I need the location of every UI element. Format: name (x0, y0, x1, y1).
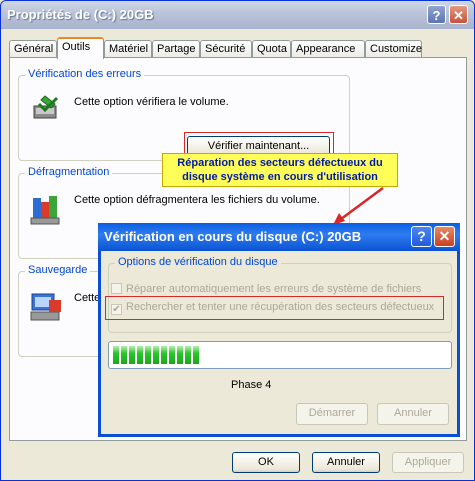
annotation-callout: Réparation des secteurs défectueux du di… (162, 153, 398, 187)
defrag-title: Défragmentation (25, 166, 113, 178)
tab-outils[interactable]: Outils (57, 37, 104, 59)
window-title: Propriétés de (C:) 20GB (7, 7, 154, 22)
progress-bar (108, 341, 452, 369)
progress-segment (153, 346, 159, 364)
title-bar[interactable]: Propriétés de (C:) 20GB ? ✕ (1, 1, 474, 29)
option-repair-label: Réparer automatiquement les erreurs de s… (126, 283, 422, 295)
progress-segment (121, 346, 127, 364)
progress-segment (145, 346, 151, 364)
cancel-button[interactable]: Annuler (312, 452, 380, 473)
backup-title: Sauvegarde (25, 264, 91, 276)
phase-label: Phase 4 (231, 379, 272, 391)
callout-line-1: Réparation des secteurs défectueux du (177, 157, 383, 169)
option-repair-checkbox[interactable] (111, 283, 122, 294)
dialog-help-button[interactable]: ? (411, 226, 432, 247)
tab-partage[interactable]: Partage (152, 40, 200, 57)
tab-appearance[interactable]: Appearance (291, 40, 365, 57)
options-group-title: Options de vérification du disque (115, 256, 281, 268)
error-check-title: Vérification des erreurs (25, 68, 145, 80)
progress-segment (177, 346, 183, 364)
dialog-close-button[interactable]: ✕ (434, 226, 455, 247)
ok-button[interactable]: OK (232, 452, 300, 473)
progress-segment (169, 346, 175, 364)
dialog-title-bar[interactable]: Vérification en cours du disque (C:) 20G… (98, 223, 460, 251)
help-button[interactable]: ? (427, 5, 446, 24)
tab-securite[interactable]: Sécurité (200, 40, 252, 57)
progress-segment (161, 346, 167, 364)
tab-customize[interactable]: Customize (365, 40, 422, 57)
backup-icon (30, 293, 61, 321)
disk-check-icon (33, 95, 59, 119)
check-disk-dialog: Vérification en cours du disque (C:) 20G… (98, 223, 460, 437)
progress-segment (129, 346, 135, 364)
close-button[interactable]: ✕ (449, 5, 468, 24)
callout-line-2: disque système en cours d'utilisation (182, 171, 378, 183)
progress-segment (137, 346, 143, 364)
progress-segment (113, 346, 119, 364)
error-check-text: Cette option vérifiera le volume. (74, 96, 229, 108)
backup-text: Cette (74, 292, 101, 304)
dialog-cancel-button[interactable]: Annuler (377, 403, 449, 425)
tab-materiel[interactable]: Matériel (104, 40, 152, 57)
start-button[interactable]: Démarrer (296, 403, 368, 425)
dialog-title: Vérification en cours du disque (C:) 20G… (104, 229, 362, 244)
tab-quota[interactable]: Quota (252, 40, 291, 57)
tab-general[interactable]: Général (9, 40, 57, 57)
option-recover-highlight (105, 296, 444, 320)
apply-button[interactable]: Appliquer (392, 452, 464, 473)
progress-segment (193, 346, 199, 364)
defrag-icon (30, 196, 60, 225)
progress-segment (185, 346, 191, 364)
defrag-text: Cette option défragmentera les fichiers … (74, 194, 320, 206)
